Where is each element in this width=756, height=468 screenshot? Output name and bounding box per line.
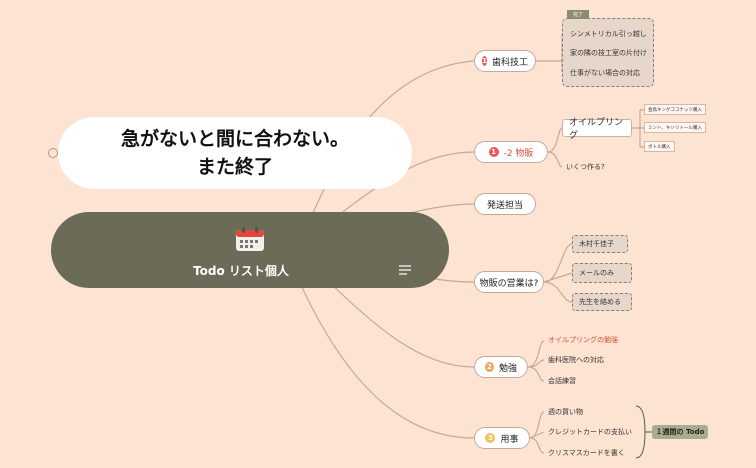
mind-map-canvas: 急がないと間に合わない。 また終了 Todo リスト個人 1 歯科技工 完了 シ… [0, 0, 756, 468]
branch-label: 用事 [500, 434, 519, 445]
callout-line-1: 急がないと間に合わない。 [120, 128, 349, 150]
branch-label: 発送担当 [486, 200, 523, 211]
dental-item-3[interactable]: 仕事がない場合の対応 [570, 68, 640, 78]
dental-item-2[interactable]: 家の隣の技工室の片付け [570, 48, 647, 58]
how-many-item[interactable]: いくつ作る? [566, 162, 605, 172]
oil-pulling-node[interactable]: オイルプリング [562, 118, 632, 141]
central-title: Todo リスト個人 [193, 264, 289, 278]
notes-icon[interactable] [399, 265, 411, 275]
errand-item-2[interactable]: クレジットカードの支払い [548, 427, 632, 437]
study-item-1[interactable]: オイルプリングの勉強 [548, 335, 618, 345]
branch-label: 物販の営業は? [479, 278, 539, 289]
calendar-icon [236, 227, 264, 251]
study-item-3[interactable]: 会話練習 [548, 376, 576, 386]
callout-line-2: また終了 [196, 156, 273, 178]
callout-bubble[interactable]: 急がないと間に合わない。 また終了 [58, 117, 412, 189]
oil-item-3[interactable]: ボトル購入 [644, 141, 675, 152]
outreach-item-1[interactable]: 木村千佳子 [572, 235, 628, 253]
central-topic[interactable]: Todo リスト個人 [51, 212, 449, 288]
branch-number-badge: 1 [488, 147, 499, 157]
branch-sales[interactable]: 1 -2 物販 [474, 141, 548, 163]
dental-item-1[interactable]: シンメトリカル引っ越し [570, 29, 647, 39]
branch-shipping[interactable]: 発送担当 [474, 193, 536, 215]
errand-item-1[interactable]: 週の買い物 [548, 407, 583, 417]
outreach-item-2[interactable]: メールのみ [572, 263, 632, 283]
study-item-2[interactable]: 歯科医院への対応 [548, 355, 604, 365]
oil-item-2[interactable]: ミント、キシリトール購入 [644, 122, 706, 133]
oil-item-1[interactable]: 金鳥キングココナッツ購入 [644, 104, 706, 115]
branch-number-badge: 1 [482, 56, 487, 66]
branch-errands[interactable]: 3 用事 [474, 427, 530, 449]
weekly-todo-summary[interactable]: １週間の Todo [652, 425, 708, 439]
branch-study[interactable]: 2 勉強 [474, 356, 528, 378]
branch-label: 勉強 [498, 363, 517, 374]
errand-item-3[interactable]: クリスマスカードを書く [548, 448, 625, 458]
outreach-item-3[interactable]: 先生を絡める [572, 293, 632, 311]
branch-sales-outreach[interactable]: 物販の営業は? [474, 271, 544, 293]
branch-label: 歯科技工 [491, 57, 528, 68]
done-tag: 完了 [567, 10, 589, 19]
callout-handle[interactable] [48, 148, 58, 158]
branch-number-badge: 3 [485, 433, 496, 443]
branch-dental[interactable]: 1 歯科技工 [474, 50, 536, 72]
branch-label: -2 物販 [503, 148, 534, 159]
branch-number-badge: 2 [485, 362, 494, 372]
